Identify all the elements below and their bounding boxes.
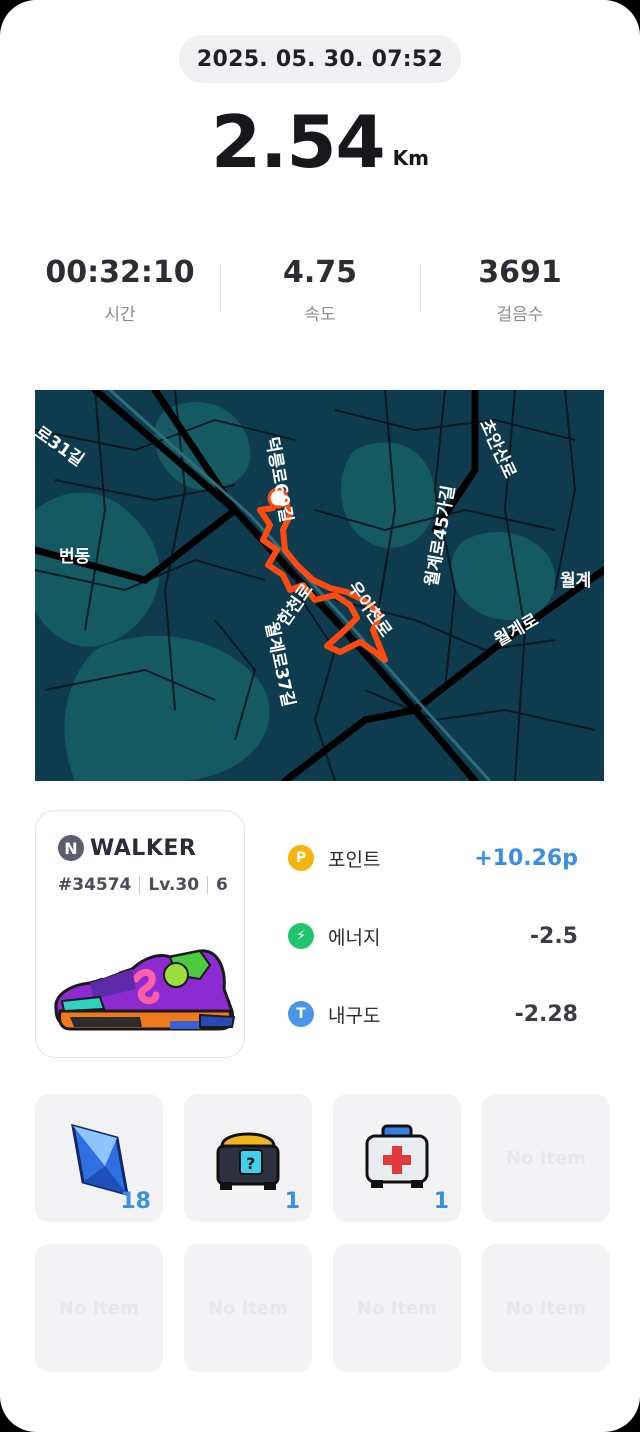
shoe-card[interactable]: N WALKER #34574 Lv.30 6	[35, 810, 245, 1058]
empty-slot-label: No Item	[208, 1297, 288, 1319]
item-slot-gem[interactable]: 18	[35, 1094, 163, 1222]
first-aid-kit-icon	[365, 1124, 429, 1188]
stat-label: 걸음수	[496, 305, 544, 325]
item-slot-empty[interactable]: No Item	[184, 1244, 312, 1372]
item-grid: 18 ? 1 1 No Item No Item No Item No Item…	[35, 1094, 640, 1372]
app-screen: 2025. 05. 30. 07:52 2.54 Km 00:32:10 시간 …	[0, 0, 640, 1432]
distance-unit: Km	[392, 146, 429, 170]
stat-speed: 4.75 속도	[220, 250, 420, 330]
stat-label: 시간	[104, 305, 136, 325]
item-slot-empty[interactable]: No Item	[482, 1244, 610, 1372]
reward-points: P 포인트 +10.26p	[288, 838, 578, 878]
reward-label: 포인트	[328, 848, 381, 871]
shoe-brand: N WALKER	[58, 835, 196, 861]
stat-value: 00:32:10	[45, 255, 195, 290]
mystery-box-icon: ?	[216, 1132, 280, 1190]
item-slot-empty[interactable]: No Item	[333, 1244, 461, 1372]
item-count: 1	[284, 1189, 300, 1214]
empty-slot-label: No Item	[357, 1297, 437, 1319]
reward-energy: ⚡ 에너지 -2.5	[288, 916, 578, 956]
divider	[207, 876, 209, 894]
reward-value: -2.5	[529, 923, 578, 949]
reward-value: +10.26p	[474, 845, 578, 871]
shoe-token-id: #34574	[58, 875, 132, 895]
gem-icon	[71, 1123, 129, 1197]
divider	[139, 876, 141, 894]
route-map-canvas: 로31길 번동 덕릉로60길 한천로 우이천로 월계로37길 월계로45가길 초…	[35, 390, 604, 781]
svg-text:?: ?	[246, 1154, 255, 1173]
durability-icon: T	[288, 1001, 314, 1027]
workout-stats: 00:32:10 시간 4.75 속도 3691 걸음수	[20, 250, 620, 330]
reward-durability: T 내구도 -2.28	[288, 994, 578, 1034]
stat-time: 00:32:10 시간	[20, 250, 220, 330]
distance-value: 2.54	[211, 100, 386, 184]
item-slot-empty[interactable]: No Item	[482, 1094, 610, 1222]
reward-label: 에너지	[328, 926, 381, 949]
stat-label: 속도	[304, 305, 336, 325]
item-slot-repair-kit[interactable]: 1	[333, 1094, 461, 1222]
empty-slot-label: No Item	[59, 1297, 139, 1319]
item-count: 18	[120, 1189, 151, 1214]
stat-steps: 3691 걸음수	[420, 250, 620, 330]
item-slot-empty[interactable]: No Item	[35, 1244, 163, 1372]
stat-value: 3691	[478, 255, 562, 290]
stat-value: 4.75	[282, 255, 358, 290]
route-map[interactable]: 로31길 번동 덕릉로60길 한천로 우이천로 월계로37길 월계로45가길 초…	[35, 390, 604, 781]
map-label: 월계	[560, 571, 591, 591]
workout-datetime: 2025. 05. 30. 07:52	[179, 35, 461, 83]
empty-slot-label: No Item	[506, 1297, 586, 1319]
brand-logo-icon: N	[58, 835, 84, 861]
shoe-meta: #34574 Lv.30 6	[58, 875, 228, 895]
item-slot-mystery-box[interactable]: ? 1	[184, 1094, 312, 1222]
empty-slot-label: No Item	[506, 1147, 586, 1169]
distance-display: 2.54 Km	[0, 100, 640, 184]
shoe-extra-icon: 6	[216, 875, 228, 895]
sneaker-icon	[54, 949, 236, 1031]
map-label: 번동	[59, 547, 91, 567]
reward-list: P 포인트 +10.26p ⚡ 에너지 -2.5 T 내구도 -2.28	[288, 838, 578, 1072]
lightning-icon: ⚡	[288, 923, 314, 949]
brand-name: WALKER	[90, 835, 197, 861]
point-icon: P	[288, 845, 314, 871]
shoe-level: Lv.30	[148, 875, 200, 895]
reward-label: 내구도	[328, 1004, 381, 1027]
item-count: 1	[433, 1189, 449, 1214]
reward-value: -2.28	[514, 1001, 578, 1027]
